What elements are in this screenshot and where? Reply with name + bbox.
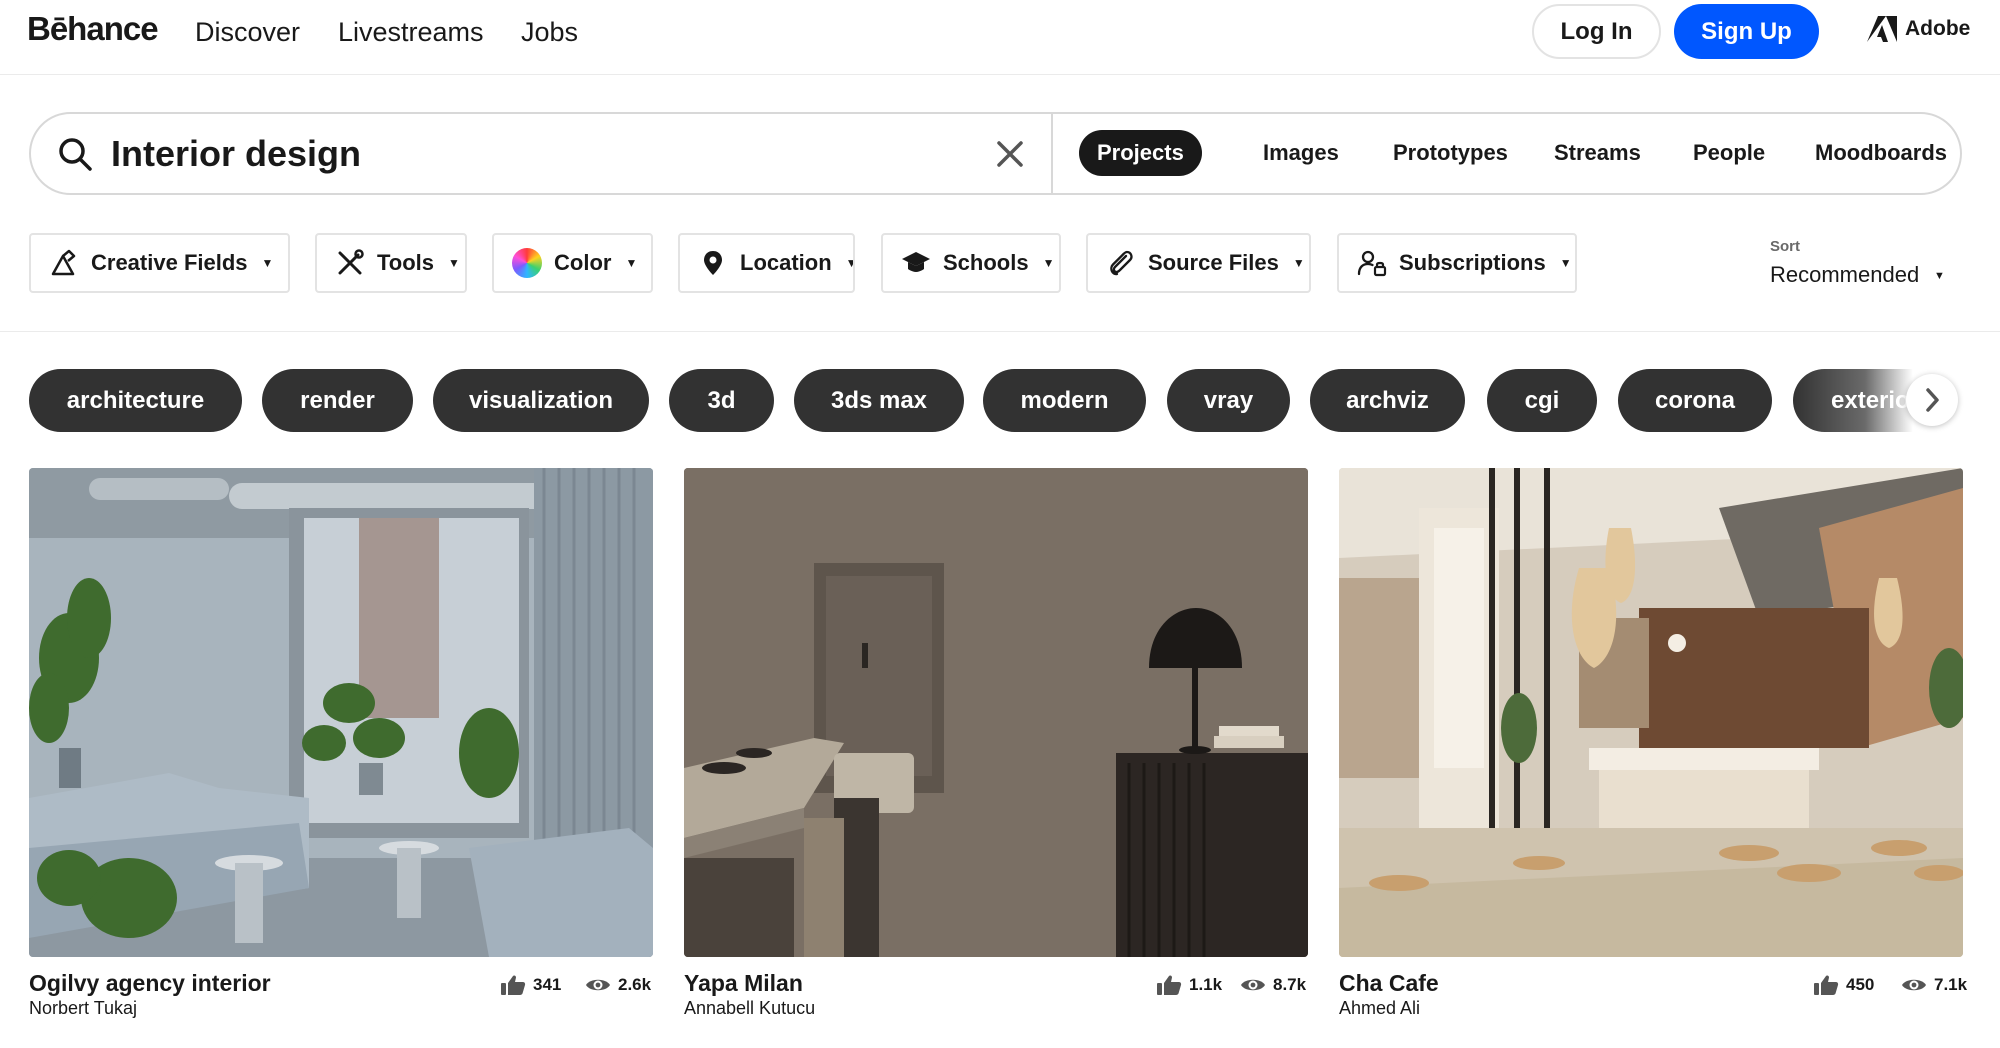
eye-icon — [586, 979, 610, 991]
tag-chip[interactable]: vray — [1167, 369, 1290, 432]
nav-jobs[interactable]: Jobs — [521, 17, 578, 48]
login-button[interactable]: Log In — [1532, 4, 1661, 59]
project-author[interactable]: Annabell Kutucu — [684, 998, 815, 1019]
search-icon — [59, 138, 92, 171]
tag-chip[interactable]: architecture — [29, 369, 242, 432]
project-thumbnail[interactable] — [684, 468, 1308, 957]
filter-subscriptions[interactable]: Subscriptions ▼ — [1337, 233, 1577, 293]
likes-value: 450 — [1846, 975, 1875, 994]
location-pin-icon — [704, 251, 722, 275]
chevron-down-icon: ▼ — [1559, 256, 1572, 270]
adobe-logo-icon — [1867, 16, 1897, 42]
filter-label: Subscriptions — [1399, 250, 1546, 275]
chevron-down-icon: ▼ — [261, 256, 274, 270]
search-type-prototypes[interactable]: Prototypes — [1375, 130, 1526, 176]
views-count: 7.1k — [1901, 974, 1967, 996]
project-thumbnail[interactable] — [29, 468, 653, 957]
tag-chip[interactable]: corona — [1618, 369, 1772, 432]
project-image — [1339, 468, 1963, 957]
likes-value: 1.1k — [1189, 975, 1223, 994]
tag-chip[interactable]: render — [262, 369, 413, 432]
nav-livestreams[interactable]: Livestreams — [338, 17, 484, 48]
chevron-right-icon — [1926, 388, 1939, 412]
chevron-down-icon: ▼ — [1042, 256, 1055, 270]
project-author[interactable]: Ahmed Ali — [1339, 998, 1420, 1019]
tag-chip[interactable]: 3ds max — [794, 369, 964, 432]
thumbs-up-icon — [501, 975, 526, 995]
search-type-images[interactable]: Images — [1245, 130, 1357, 176]
adobe-label: Adobe — [1905, 17, 1971, 40]
nav-discover[interactable]: Discover — [195, 17, 300, 48]
views-value: 2.6k — [618, 975, 652, 994]
graduation-cap-icon — [902, 252, 930, 272]
filter-label: Tools — [377, 250, 435, 275]
filter-schools[interactable]: Schools ▼ — [881, 233, 1061, 293]
project-thumbnail[interactable] — [1339, 468, 1963, 957]
filter-color[interactable]: Color ▼ — [492, 233, 653, 293]
tag-chip[interactable]: modern — [983, 369, 1146, 432]
project-title[interactable]: Cha Cafe — [1339, 970, 1439, 997]
section-divider — [0, 331, 2000, 332]
likes-value: 341 — [533, 975, 562, 994]
tag-chip[interactable]: exterior — [1793, 369, 1913, 432]
tools-icon — [338, 249, 364, 275]
sort-dropdown[interactable]: Recommended — [1770, 262, 1919, 288]
views-count: 8.7k — [1240, 974, 1306, 996]
search-type-people[interactable]: People — [1675, 130, 1783, 176]
search-type-streams[interactable]: Streams — [1536, 130, 1659, 176]
filter-label: Location — [740, 250, 832, 275]
color-wheel-icon — [512, 248, 542, 278]
behance-logo[interactable]: Bēhance — [27, 10, 159, 48]
filter-label: Creative Fields — [91, 250, 248, 275]
project-image — [684, 468, 1308, 957]
tag-chip[interactable]: 3d — [669, 369, 774, 432]
likes-count: 341 — [500, 974, 561, 996]
chevron-down-icon[interactable]: ▼ — [1934, 270, 1945, 282]
project-author[interactable]: Norbert Tukaj — [29, 998, 137, 1019]
filter-location[interactable]: Location ▼ — [678, 233, 855, 293]
adobe-link[interactable]: Adobe — [1867, 16, 1970, 42]
chevron-down-icon: ▼ — [625, 256, 638, 270]
search-type-moodboards[interactable]: Moodboards — [1797, 130, 1965, 176]
views-count: 2.6k — [585, 974, 651, 996]
likes-count: 1.1k — [1156, 974, 1222, 996]
subscriptions-icon — [1357, 250, 1387, 277]
filter-label: Source Files — [1148, 250, 1279, 275]
filter-label: Color — [554, 250, 612, 275]
tag-chip[interactable]: visualization — [433, 369, 649, 432]
chevron-down-icon: ▼ — [1292, 256, 1305, 270]
search-input[interactable] — [111, 128, 991, 180]
tag-chip[interactable]: cgi — [1487, 369, 1597, 432]
search-bar: Projects Images Prototypes Streams Peopl… — [29, 112, 1962, 195]
thumbs-up-icon — [1814, 975, 1839, 995]
sort-label: Sort — [1770, 238, 1800, 255]
views-value: 7.1k — [1934, 975, 1968, 994]
eye-icon — [1241, 979, 1265, 991]
filter-label: Schools — [943, 250, 1029, 275]
thumbs-up-icon — [1157, 975, 1182, 995]
project-title[interactable]: Yapa Milan — [684, 970, 803, 997]
signup-button[interactable]: Sign Up — [1674, 4, 1819, 59]
likes-count: 450 — [1813, 974, 1874, 996]
filter-source-files[interactable]: Source Files ▼ — [1086, 233, 1311, 293]
paperclip-icon — [1110, 250, 1133, 276]
search-divider — [1051, 114, 1053, 193]
project-image — [29, 468, 653, 957]
views-value: 8.7k — [1273, 975, 1307, 994]
clear-search-icon[interactable] — [994, 138, 1026, 170]
chevron-down-icon: ▼ — [448, 256, 460, 270]
tag-chip[interactable]: archviz — [1310, 369, 1465, 432]
tags-next-button[interactable] — [1906, 374, 1958, 426]
eye-icon — [1902, 979, 1926, 991]
creative-fields-icon — [51, 249, 76, 276]
project-title[interactable]: Ogilvy agency interior — [29, 970, 271, 997]
filter-tools[interactable]: Tools ▼ — [315, 233, 467, 293]
filter-creative-fields[interactable]: Creative Fields ▼ — [29, 233, 290, 293]
top-nav: Bēhance Discover Livestreams Jobs Log In… — [0, 0, 2000, 75]
chevron-down-icon: ▼ — [846, 256, 853, 270]
search-type-projects[interactable]: Projects — [1079, 130, 1202, 176]
